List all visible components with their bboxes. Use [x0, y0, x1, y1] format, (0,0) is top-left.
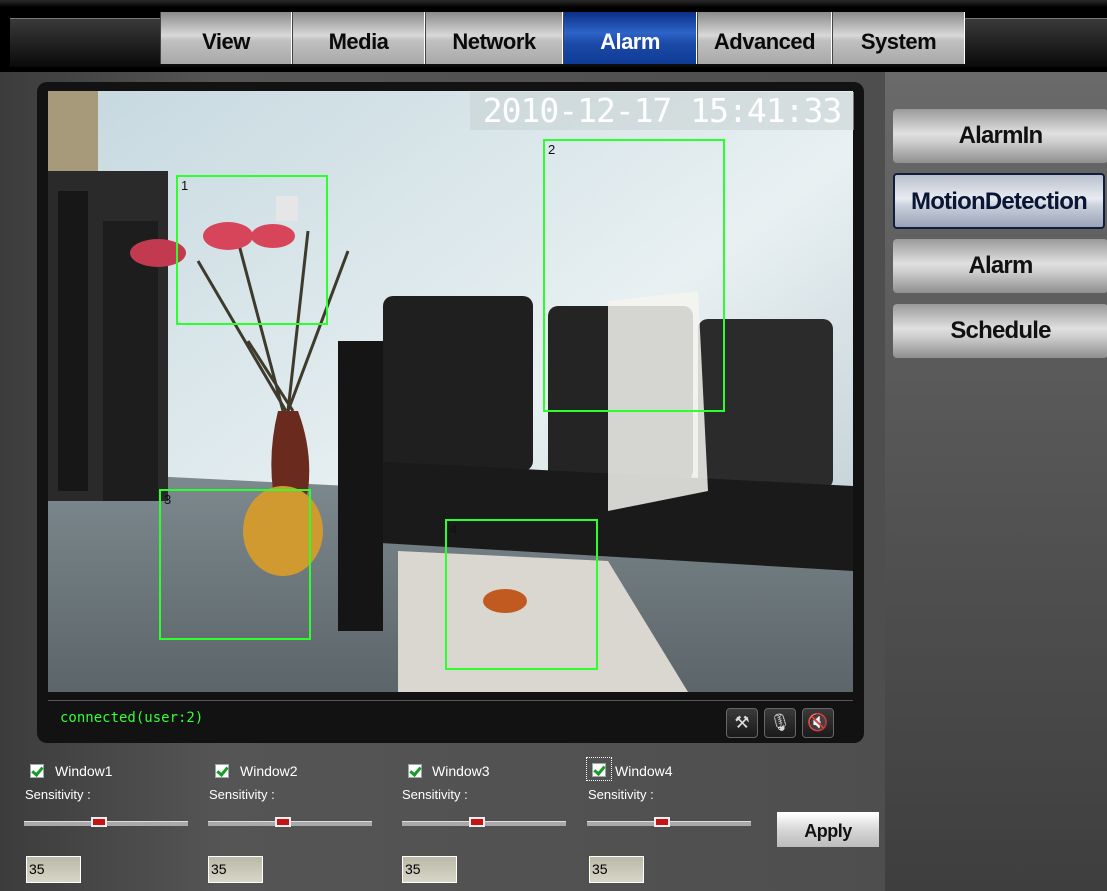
motion-region-2[interactable]: 2	[543, 139, 725, 412]
speaker-mute-icon[interactable]: 🔇	[802, 708, 834, 738]
window4-sensitivity-slider[interactable]	[587, 817, 751, 827]
tab-media[interactable]: Media	[292, 12, 425, 64]
window2-checkbox[interactable]	[215, 764, 229, 778]
slider-thumb[interactable]	[90, 817, 107, 827]
window1-label: Window1	[55, 763, 113, 779]
video-timestamp: 2010-12-17 15:41:33	[470, 92, 854, 130]
motion-region-4[interactable]: 4	[445, 519, 598, 670]
window3-label: Window3	[432, 763, 490, 779]
window2-sensitivity-input[interactable]: 35	[208, 856, 263, 883]
window3-sensitivity-slider[interactable]	[402, 817, 566, 827]
region-label: 4	[450, 522, 458, 537]
window3-sensitivity-label: Sensitivity :	[402, 787, 468, 802]
window4-sensitivity-label: Sensitivity :	[588, 787, 654, 802]
window2-sensitivity-label: Sensitivity :	[209, 787, 275, 802]
slider-thumb[interactable]	[653, 817, 670, 827]
window4-checkbox[interactable]	[592, 763, 606, 777]
tab-system[interactable]: System	[832, 12, 965, 64]
apply-button[interactable]: Apply	[777, 812, 879, 847]
window1-sensitivity-input[interactable]: 35	[26, 856, 81, 883]
tab-alarm[interactable]: Alarm	[563, 12, 697, 64]
sidebar-item-alarmin[interactable]: AlarmIn	[893, 109, 1107, 163]
slider-thumb[interactable]	[468, 817, 485, 827]
tab-network[interactable]: Network	[425, 12, 563, 64]
window4-label: Window4	[615, 763, 673, 779]
window3-sensitivity-input[interactable]: 35	[402, 856, 457, 883]
window3-checkbox[interactable]	[408, 764, 422, 778]
tab-advanced[interactable]: Advanced	[697, 12, 832, 64]
region-label: 1	[181, 178, 189, 193]
region-label: 3	[164, 492, 172, 507]
motion-region-1[interactable]: 1	[176, 175, 328, 325]
sidebar-item-alarm[interactable]: Alarm	[893, 239, 1107, 293]
window2-sensitivity-slider[interactable]	[208, 817, 372, 827]
window1-sensitivity-label: Sensitivity :	[25, 787, 91, 802]
window1-sensitivity-slider[interactable]	[24, 817, 188, 827]
window2-label: Window2	[240, 763, 298, 779]
sidebar-item-motiondetection[interactable]: MotionDetection	[893, 173, 1105, 229]
sidebar-item-schedule[interactable]: Schedule	[893, 304, 1107, 358]
motion-region-3[interactable]: 3	[159, 489, 311, 640]
connection-status: connected(user:2)	[60, 710, 204, 726]
video-divider	[48, 700, 853, 701]
tools-icon[interactable]: ⚒	[726, 708, 758, 738]
slider-thumb[interactable]	[274, 817, 291, 827]
mic-mute-icon[interactable]: 🎙	[764, 708, 796, 738]
region-label: 2	[548, 142, 556, 157]
window1-checkbox[interactable]	[30, 764, 44, 778]
window4-sensitivity-input[interactable]: 35	[589, 856, 644, 883]
tab-view[interactable]: View	[160, 12, 292, 64]
